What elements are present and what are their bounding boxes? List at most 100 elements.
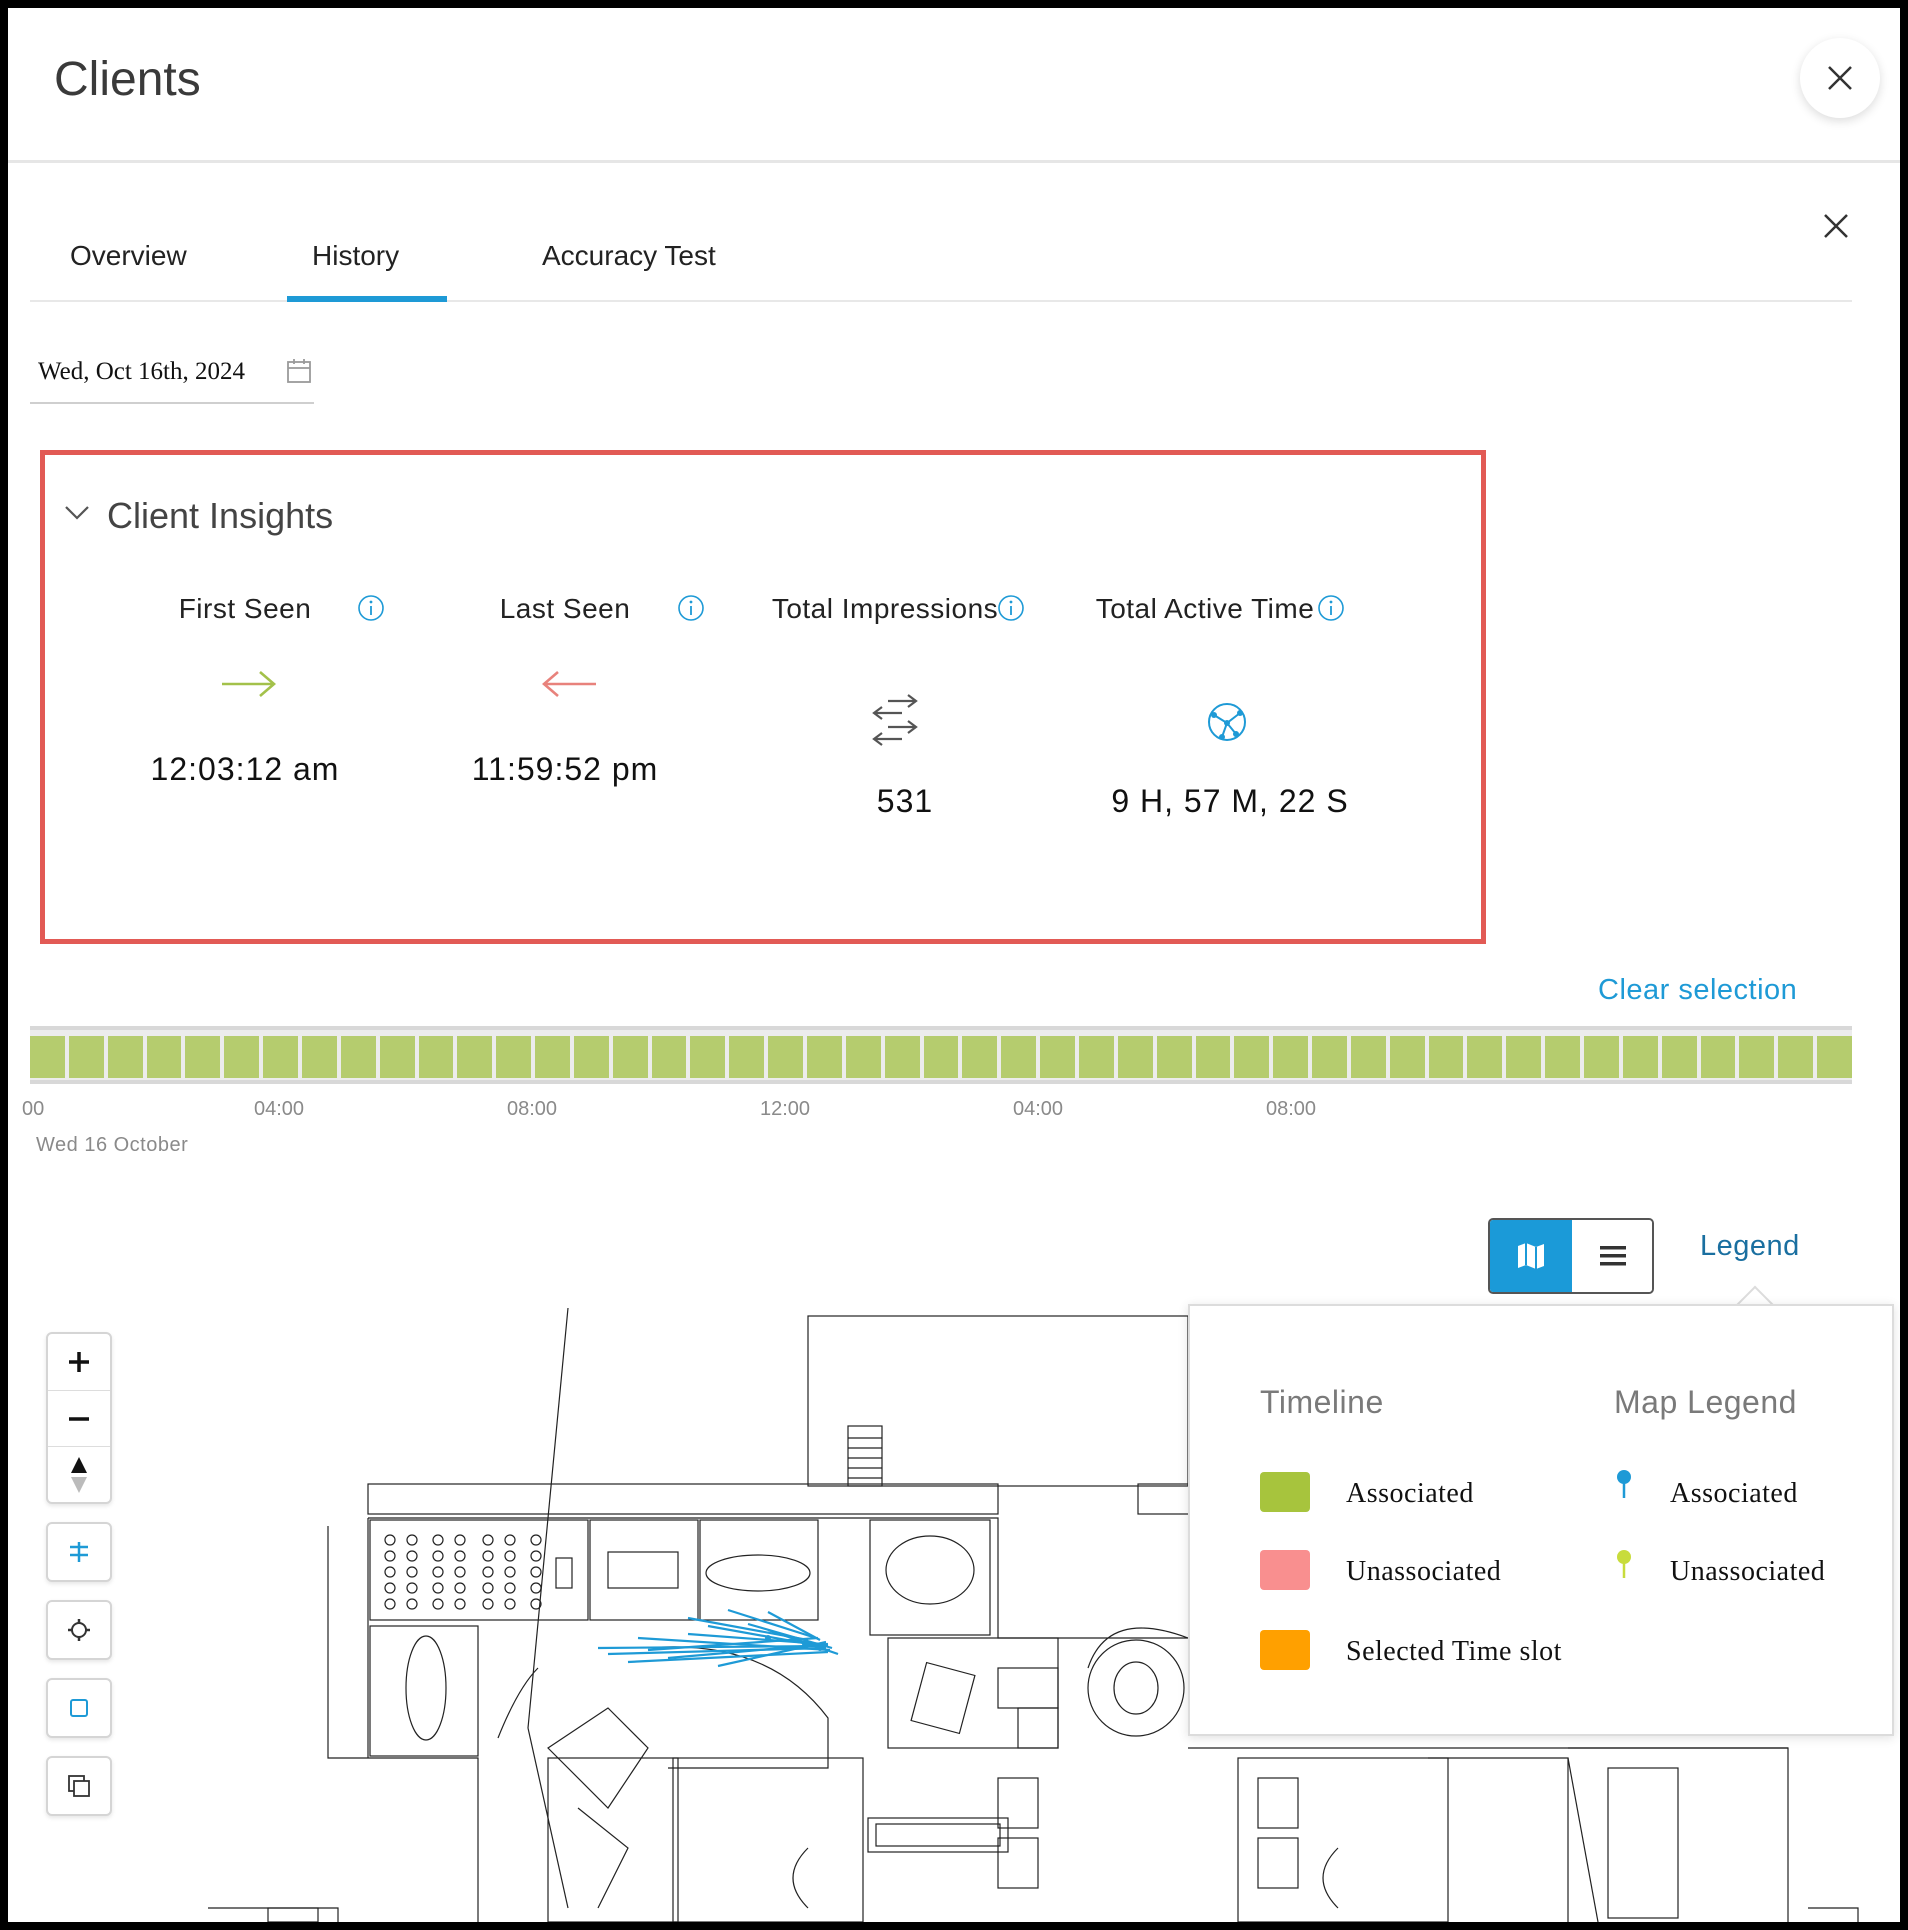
- tab-history[interactable]: History: [312, 240, 399, 272]
- select-square-button[interactable]: [48, 1680, 110, 1736]
- info-icon[interactable]: [1316, 593, 1346, 623]
- arrow-right-icon: [222, 671, 276, 697]
- timeline-slot[interactable]: [845, 1036, 881, 1078]
- timeline-tick-label: 08:00: [507, 1098, 558, 1120]
- timeline-slot[interactable]: [807, 1036, 842, 1078]
- copy-button[interactable]: [48, 1758, 110, 1814]
- legend-link[interactable]: Legend: [1700, 1230, 1800, 1263]
- timeline-tick-label: 04:00: [254, 1098, 305, 1120]
- layers-filter-button[interactable]: [48, 1524, 110, 1580]
- timeline-slot[interactable]: [1428, 1036, 1464, 1078]
- view-toggle: [1488, 1218, 1654, 1294]
- timeline-slot[interactable]: [1661, 1036, 1697, 1078]
- zoom-in-button[interactable]: [48, 1334, 110, 1390]
- timeline-slot[interactable]: [224, 1036, 260, 1078]
- timeline-slot[interactable]: [1389, 1036, 1425, 1078]
- timeline-slot[interactable]: [1312, 1036, 1347, 1078]
- timeline-slot[interactable]: [612, 1036, 648, 1078]
- timeline-slot[interactable]: [68, 1036, 104, 1078]
- map-view-button[interactable]: [1490, 1220, 1572, 1292]
- clear-selection-link[interactable]: Clear selection: [1598, 974, 1797, 1007]
- insights-title: Client Insights: [107, 495, 334, 536]
- settings-button[interactable]: [48, 1602, 110, 1658]
- legend-label: Associated: [1670, 1478, 1798, 1509]
- timeline-slot[interactable]: [1584, 1036, 1619, 1078]
- timeline-slot[interactable]: [535, 1036, 570, 1078]
- timeline-slot[interactable]: [651, 1036, 687, 1078]
- timeline-slot[interactable]: [1117, 1036, 1153, 1078]
- tab-overview[interactable]: Overview: [70, 240, 187, 272]
- timeline-slot[interactable]: [1778, 1036, 1814, 1078]
- info-icon[interactable]: [996, 593, 1026, 623]
- timeline-slot[interactable]: [301, 1036, 337, 1078]
- timeline-slot[interactable]: [418, 1036, 454, 1078]
- metric-label: Total Impressions: [771, 593, 999, 624]
- metric-value: 531: [876, 783, 934, 819]
- timeline-slot[interactable]: [573, 1036, 609, 1078]
- timeline-slot[interactable]: [1739, 1036, 1775, 1078]
- dialog-header: Clients: [8, 8, 1900, 163]
- metric-label: Last Seen: [499, 593, 631, 624]
- timeline-slot[interactable]: [340, 1036, 376, 1078]
- timeline-slot[interactable]: [107, 1036, 143, 1078]
- legend-popover: Timeline Map Legend Associated Unassocia…: [1188, 1304, 1894, 1736]
- tab-accuracy-test[interactable]: Accuracy Test: [542, 240, 716, 272]
- client-insights-panel: Client Insights First Seen 12:03:12 am L…: [40, 450, 1486, 944]
- timeline-slot[interactable]: [884, 1036, 920, 1078]
- timeline-slot[interactable]: [1234, 1036, 1270, 1078]
- map-legend-heading: Map Legend: [1614, 1384, 1797, 1420]
- page-title: Clients: [54, 53, 201, 106]
- legend-label: Associated: [1346, 1478, 1474, 1509]
- timeline-slot[interactable]: [1195, 1036, 1231, 1078]
- metric-label: First Seen: [178, 593, 312, 624]
- timeline-slot[interactable]: [1817, 1036, 1852, 1078]
- settings-icon: [68, 1619, 90, 1641]
- copy-icon: [68, 1775, 90, 1797]
- timeline-slot[interactable]: [1273, 1036, 1309, 1078]
- compass-button[interactable]: [48, 1446, 110, 1502]
- timeline-slot[interactable]: [496, 1036, 532, 1078]
- timeline-slot[interactable]: [263, 1036, 298, 1078]
- active-tab-indicator: [287, 296, 447, 302]
- info-icon[interactable]: [676, 593, 706, 623]
- map-icon: [1518, 1243, 1544, 1269]
- timeline-slot[interactable]: [146, 1036, 182, 1078]
- timeline-tick-label: 00: [22, 1098, 45, 1120]
- zoom-out-button[interactable]: [48, 1390, 110, 1446]
- layers-filter-icon: [70, 1542, 88, 1562]
- timeline-slots: [30, 1036, 1852, 1078]
- timeline-bar[interactable]: [30, 1026, 1852, 1084]
- timeline-slot[interactable]: [1350, 1036, 1386, 1078]
- date-picker[interactable]: Wed, Oct 16th, 2024: [30, 340, 314, 404]
- zoom-controls: [46, 1332, 112, 1504]
- metric-value: 9 H, 57 M, 22 S: [1111, 783, 1349, 819]
- timeline-slot[interactable]: [962, 1036, 998, 1078]
- timeline-slot[interactable]: [379, 1036, 415, 1078]
- list-view-button[interactable]: [1572, 1220, 1652, 1292]
- chevron-down-icon[interactable]: [63, 503, 91, 523]
- timeline-slot[interactable]: [690, 1036, 726, 1078]
- timeline-slot[interactable]: [1545, 1036, 1581, 1078]
- compass-icon: [71, 1456, 87, 1493]
- timeline-slot[interactable]: [729, 1036, 765, 1078]
- timeline-slot[interactable]: [185, 1036, 221, 1078]
- select-control: [46, 1678, 112, 1738]
- timeline-slot[interactable]: [1506, 1036, 1542, 1078]
- close-dialog-button[interactable]: [1800, 38, 1880, 118]
- timeline-slot[interactable]: [1700, 1036, 1736, 1078]
- timeline-tick-label: 08:00: [1266, 1098, 1317, 1120]
- timeline-slot[interactable]: [1040, 1036, 1075, 1078]
- copy-control: [46, 1756, 112, 1816]
- timeline-slot[interactable]: [768, 1036, 803, 1078]
- timeline-slot[interactable]: [1078, 1036, 1114, 1078]
- timeline-slot[interactable]: [457, 1036, 493, 1078]
- timeline-slot[interactable]: [1156, 1036, 1192, 1078]
- timeline-slot[interactable]: [1622, 1036, 1658, 1078]
- timeline-slot[interactable]: [923, 1036, 959, 1078]
- associated-swatch: [1260, 1472, 1310, 1512]
- timeline-slot[interactable]: [1001, 1036, 1037, 1078]
- info-icon[interactable]: [356, 593, 386, 623]
- calendar-icon[interactable]: [286, 358, 312, 384]
- timeline-slot[interactable]: [1467, 1036, 1503, 1078]
- timeline-slot[interactable]: [30, 1036, 65, 1078]
